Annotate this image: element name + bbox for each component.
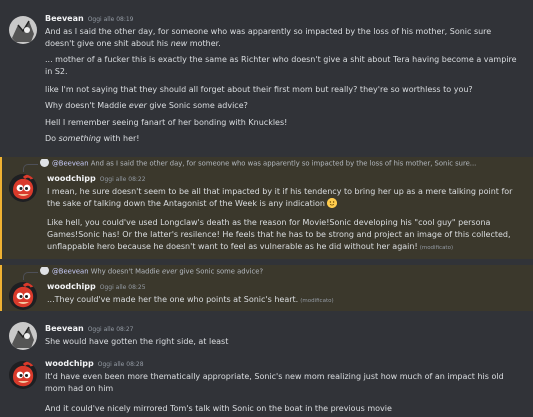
message-group: Beevean Oggi alle 08:27 She would have go… — [0, 320, 533, 350]
message-author[interactable]: woodchipp Oggi alle 08:28 — [45, 359, 144, 368]
chat-messages[interactable]: Beevean Oggi alle 08:19 And as I said the… — [0, 0, 533, 417]
avatar[interactable] — [9, 174, 37, 202]
message-line: ... mother of a fucker this is exactly t… — [45, 55, 517, 76]
message-timestamp: Oggi alle 08:22 — [99, 176, 146, 183]
edited-label: (modificato) — [419, 245, 454, 251]
author-name[interactable]: Beevean — [45, 14, 84, 23]
reply-text[interactable]: And as I said the other day, for someone… — [91, 160, 477, 168]
message-line: ...They could've made her the one who po… — [47, 295, 334, 304]
message-line: And as I said the other day, for someone… — [45, 27, 492, 48]
message-line: I mean, he sure doesn't seem to be all t… — [47, 187, 513, 208]
message-author[interactable]: Beevean Oggi alle 08:27 — [45, 324, 134, 333]
reply-preview[interactable]: @Beevean And as I said the other day, fo… — [40, 159, 533, 168]
edited-label: (modificato) — [300, 298, 334, 304]
avatar[interactable] — [9, 322, 37, 350]
message-line: Like hell, you could've used Longclaw's … — [47, 218, 511, 251]
message-line: It'd have even been more thematically ap… — [45, 372, 504, 393]
message-author[interactable]: woodchipp Oggi alle 08:22 — [47, 174, 146, 183]
message-group: Beevean Oggi alle 08:19 And as I said the… — [0, 10, 533, 150]
reply-text[interactable]: Why doesn't Maddie ever give Sonic some … — [91, 268, 263, 276]
reply-curve-icon — [23, 164, 38, 172]
author-name[interactable]: woodchipp — [45, 359, 94, 368]
message-group: woodchipp Oggi alle 08:28 It'd have even … — [0, 355, 533, 417]
message-line: And it could've nicely mirrored Tom's ta… — [45, 404, 392, 413]
message-line: like I'm not saying that they should all… — [45, 85, 473, 94]
reply-author[interactable]: @Beevean — [52, 160, 89, 168]
author-name[interactable]: Beevean — [45, 324, 84, 333]
message-author[interactable]: woodchipp Oggi alle 08:25 — [47, 282, 146, 291]
message-line: Hell I remember seeing fanart of her bon… — [45, 118, 288, 127]
avatar[interactable] — [9, 361, 37, 389]
message-timestamp: Oggi alle 08:25 — [99, 284, 146, 291]
message-timestamp: Oggi alle 08:19 — [87, 16, 134, 23]
message-group-mention: @Beevean Why doesn't Maddie ever give So… — [0, 265, 533, 311]
avatar[interactable] — [9, 282, 37, 310]
author-name[interactable]: woodchipp — [47, 282, 96, 291]
message-line: She would have gotten the right side, at… — [45, 337, 229, 346]
reply-author[interactable]: @Beevean — [52, 268, 89, 276]
reply-preview[interactable]: @Beevean Why doesn't Maddie ever give So… — [40, 267, 533, 276]
author-name[interactable]: woodchipp — [47, 174, 96, 183]
avatar[interactable] — [9, 16, 37, 44]
message-line: Do something with her! — [45, 134, 140, 143]
message-author[interactable]: Beevean Oggi alle 08:19 — [45, 14, 134, 23]
reply-avatar — [40, 267, 49, 275]
reply-curve-icon — [23, 272, 38, 280]
reply-avatar — [40, 159, 49, 167]
message-line: Why doesn't Maddie ever give Sonic some … — [45, 101, 248, 110]
slightly-smiling-face-icon[interactable] — [327, 197, 338, 208]
message-group-mention: @Beevean And as I said the other day, fo… — [0, 157, 533, 259]
message-timestamp: Oggi alle 08:27 — [87, 326, 134, 333]
message-timestamp: Oggi alle 08:28 — [97, 361, 144, 368]
